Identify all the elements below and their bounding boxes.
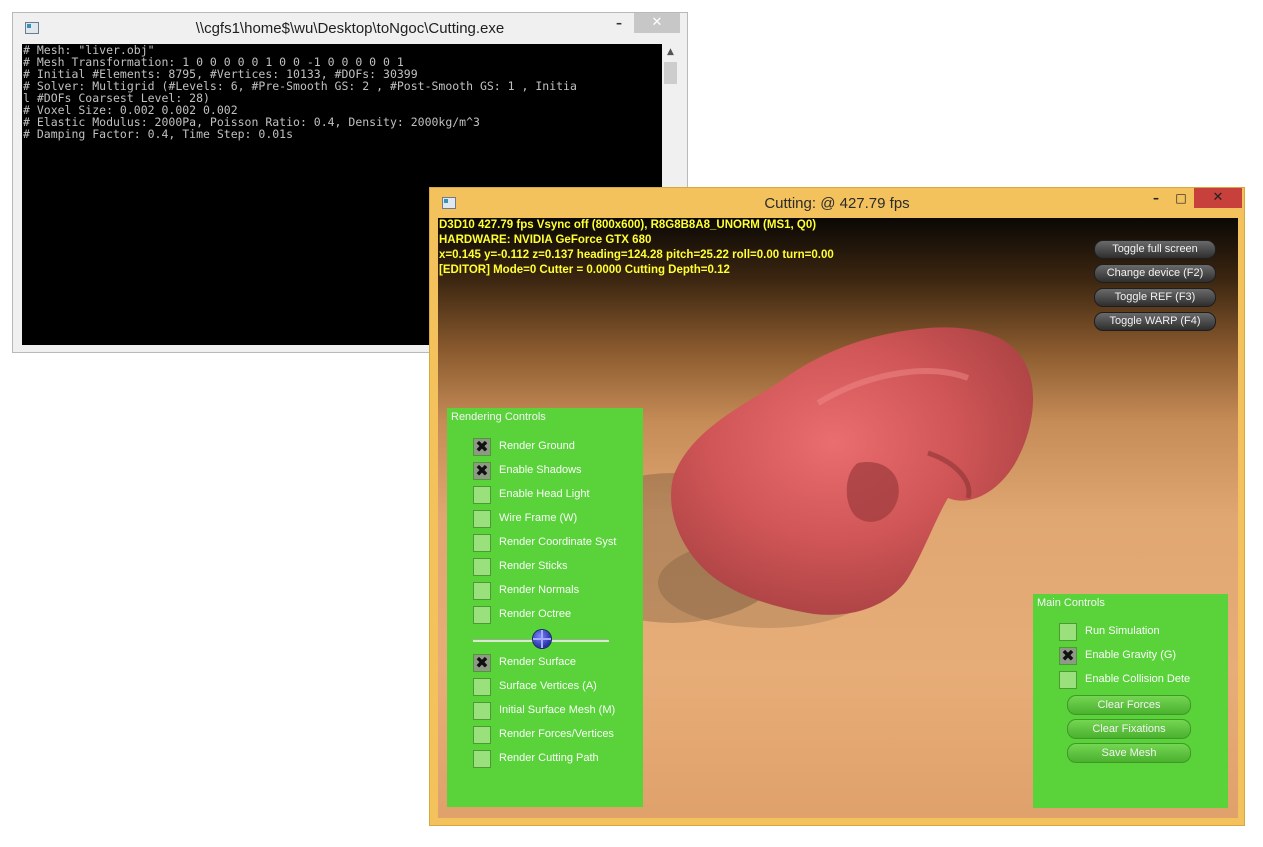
checkbox-label[interactable]: Render Sticks bbox=[499, 560, 567, 572]
checkbox-label[interactable]: Render Coordinate Syst bbox=[499, 536, 616, 548]
scrollbar-thumb[interactable] bbox=[664, 62, 677, 84]
console-titlebar[interactable]: \\cgfs1\home$\wu\Desktop\toNgoc\Cutting.… bbox=[13, 13, 687, 44]
panel-title: Rendering Controls bbox=[451, 411, 546, 423]
checkbox-label[interactable]: Initial Surface Mesh (M) bbox=[499, 704, 615, 716]
render-viewport[interactable]: D3D10 427.79 fps Vsync off (800x600), R8… bbox=[438, 218, 1238, 818]
checkbox-label[interactable]: Render Surface bbox=[499, 656, 576, 668]
checkmark-x-icon: ✖ bbox=[475, 461, 489, 480]
cutting-window[interactable]: Cutting: @ 427.79 fps – □ ✕ D3D10 427.79… bbox=[429, 187, 1245, 826]
main-controls-panel: Main Controls Run Simulation ✖ Enable Grav… bbox=[1033, 594, 1228, 808]
checkbox-box[interactable] bbox=[473, 678, 491, 696]
hud-line: [EDITOR] Mode=0 Cutter = 0.0000 Cutting … bbox=[439, 264, 730, 276]
change-device-button[interactable]: Change device (F2) bbox=[1094, 264, 1216, 283]
checkmark-x-icon: ✖ bbox=[1061, 646, 1075, 665]
checkbox-label[interactable]: Enable Collision Dete bbox=[1085, 673, 1190, 685]
checkbox-label[interactable]: Wire Frame (W) bbox=[499, 512, 577, 524]
toggle-full-screen-button[interactable]: Toggle full screen bbox=[1094, 240, 1216, 259]
maximize-icon[interactable]: □ bbox=[1167, 188, 1195, 208]
clear-forces-button[interactable]: Clear Forces bbox=[1067, 695, 1191, 715]
checkbox-box[interactable]: ✖ bbox=[1059, 647, 1077, 665]
console-title: \\cgfs1\home$\wu\Desktop\toNgoc\Cutting.… bbox=[195, 20, 505, 37]
close-icon[interactable]: ✕ bbox=[634, 13, 680, 33]
checkbox-box[interactable] bbox=[473, 510, 491, 528]
cutting-titlebar[interactable]: Cutting: @ 427.79 fps – □ ✕ bbox=[430, 188, 1244, 219]
save-mesh-button[interactable]: Save Mesh bbox=[1067, 743, 1191, 763]
checkbox-box[interactable]: ✖ bbox=[473, 462, 491, 480]
checkbox-box[interactable] bbox=[473, 486, 491, 504]
rendering-controls-panel: Rendering Controls ✖ Render Ground ✖ Enable… bbox=[447, 408, 643, 807]
minimize-icon[interactable]: – bbox=[605, 13, 633, 33]
toggle-ref-button[interactable]: Toggle REF (F3) bbox=[1094, 288, 1216, 307]
checkbox-label[interactable]: Render Octree bbox=[499, 608, 571, 620]
octree-slider-knob[interactable] bbox=[533, 630, 551, 648]
checkbox-label[interactable]: Run Simulation bbox=[1085, 625, 1160, 637]
checkbox-label[interactable]: Render Ground bbox=[499, 440, 575, 452]
checkbox-box[interactable] bbox=[473, 558, 491, 576]
checkbox-label[interactable]: Render Normals bbox=[499, 584, 579, 596]
checkbox-box[interactable] bbox=[1059, 623, 1077, 641]
checkbox-label[interactable]: Enable Head Light bbox=[499, 488, 590, 500]
checkmark-x-icon: ✖ bbox=[475, 653, 489, 672]
hud-line: D3D10 427.79 fps Vsync off (800x600), R8… bbox=[439, 219, 817, 231]
minimize-icon[interactable]: – bbox=[1142, 188, 1170, 208]
checkbox-label[interactable]: Render Cutting Path bbox=[499, 752, 599, 764]
checkbox-box[interactable] bbox=[473, 534, 491, 552]
checkbox-box[interactable]: ✖ bbox=[473, 438, 491, 456]
console-line: # Damping Factor: 0.4, Time Step: 0.01s bbox=[23, 127, 294, 141]
checkbox-box[interactable] bbox=[473, 582, 491, 600]
hud-line: HARDWARE: NVIDIA GeForce GTX 680 bbox=[439, 234, 652, 246]
checkbox-box[interactable] bbox=[473, 750, 491, 768]
checkbox-label[interactable]: Enable Shadows bbox=[499, 464, 582, 476]
checkmark-x-icon: ✖ bbox=[475, 437, 489, 456]
toggle-warp-button[interactable]: Toggle WARP (F4) bbox=[1094, 312, 1216, 331]
checkbox-box[interactable] bbox=[1059, 671, 1077, 689]
checkbox-box[interactable] bbox=[473, 702, 491, 720]
close-icon[interactable]: ✕ bbox=[1194, 188, 1242, 208]
clear-fixations-button[interactable]: Clear Fixations bbox=[1067, 719, 1191, 739]
scroll-up-icon[interactable]: ▲ bbox=[662, 44, 679, 61]
checkbox-box[interactable]: ✖ bbox=[473, 654, 491, 672]
checkbox-label[interactable]: Surface Vertices (A) bbox=[499, 680, 597, 692]
liver-mesh[interactable] bbox=[668, 323, 1048, 623]
cutting-title: Cutting: @ 427.79 fps bbox=[764, 195, 910, 212]
checkbox-box[interactable] bbox=[473, 726, 491, 744]
checkbox-label[interactable]: Enable Gravity (G) bbox=[1085, 649, 1176, 661]
hud-line: x=0.145 y=-0.112 z=0.137 heading=124.28 … bbox=[439, 249, 834, 261]
checkbox-label[interactable]: Render Forces/Vertices bbox=[499, 728, 614, 740]
checkbox-box[interactable] bbox=[473, 606, 491, 624]
panel-title: Main Controls bbox=[1037, 597, 1105, 609]
